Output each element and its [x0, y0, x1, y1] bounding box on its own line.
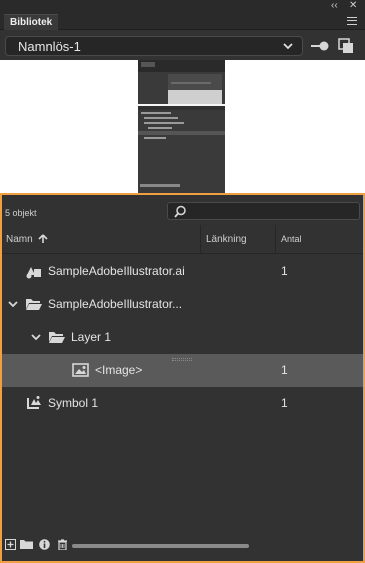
new-library-panel-icon[interactable]: [338, 38, 354, 54]
column-header-linkage[interactable]: Länkning: [200, 225, 247, 254]
panel-menu-icon[interactable]: [347, 17, 357, 25]
chevron-down-icon[interactable]: [7, 298, 19, 310]
library-folder-row[interactable]: Layer 1: [2, 321, 363, 354]
item-use-count: 1: [281, 264, 288, 278]
document-row: Namnlös-1: [0, 31, 365, 60]
close-panel-button[interactable]: ✕: [349, 0, 357, 11]
symbol-icon: [27, 396, 41, 409]
folder-open-icon: [26, 299, 42, 310]
trash-icon[interactable]: [57, 539, 68, 550]
search-icon: [174, 205, 186, 218]
document-select[interactable]: Namnlös-1: [5, 36, 303, 56]
item-name: Layer 1: [71, 330, 112, 344]
library-panel: 5 objekt Namn Länkning Antal SampleAdobe…: [0, 193, 365, 563]
column-header-name-label: Namn: [6, 234, 33, 245]
panel-top-strip: ‹‹ ✕: [0, 0, 365, 12]
item-use-count: 1: [281, 396, 288, 410]
item-use-count: 1: [281, 363, 288, 377]
new-folder-icon[interactable]: [20, 539, 33, 550]
library-bottom-toolbar: [2, 535, 363, 555]
item-preview: [0, 60, 365, 193]
column-header-name[interactable]: Namn: [6, 225, 49, 254]
item-name: SampleAdobeIllustrator.ai: [48, 264, 185, 278]
folder-open-icon: [49, 332, 65, 343]
collapse-panel-button[interactable]: ‹‹: [331, 0, 338, 11]
library-table-header: Namn Länkning Antal: [2, 225, 363, 254]
properties-info-icon[interactable]: [39, 539, 50, 550]
library-folder-row[interactable]: SampleAdobeIllustrator...: [2, 288, 363, 321]
item-name: <Image>: [95, 363, 143, 377]
panel-tab-bar: Bibliotek: [0, 12, 365, 30]
document-select-value: Namnlös-1: [18, 39, 81, 54]
library-item-row[interactable]: SampleAdobeIllustrator.ai 1: [2, 255, 363, 288]
resize-grip[interactable]: [172, 358, 192, 361]
chevron-down-icon[interactable]: [30, 331, 42, 343]
chevron-down-icon: [283, 43, 293, 50]
tab-library[interactable]: Bibliotek: [4, 14, 59, 30]
item-count-label: 5 objekt: [5, 208, 37, 218]
library-item-row[interactable]: Symbol 1 1: [2, 387, 363, 420]
item-name: Symbol 1: [48, 396, 99, 410]
search-field[interactable]: [167, 202, 360, 220]
sort-ascending-icon: [38, 234, 49, 243]
item-name: SampleAdobeIllustrator...: [48, 297, 183, 311]
pin-library-icon[interactable]: [310, 41, 330, 51]
illustrator-symbol-icon: [26, 267, 41, 279]
column-header-count[interactable]: Antal: [275, 225, 302, 254]
horizontal-scrollbar[interactable]: [72, 544, 249, 548]
bitmap-image-icon: [72, 363, 89, 377]
preview-thumbnail-image: [138, 60, 225, 193]
new-symbol-icon[interactable]: [5, 539, 16, 550]
